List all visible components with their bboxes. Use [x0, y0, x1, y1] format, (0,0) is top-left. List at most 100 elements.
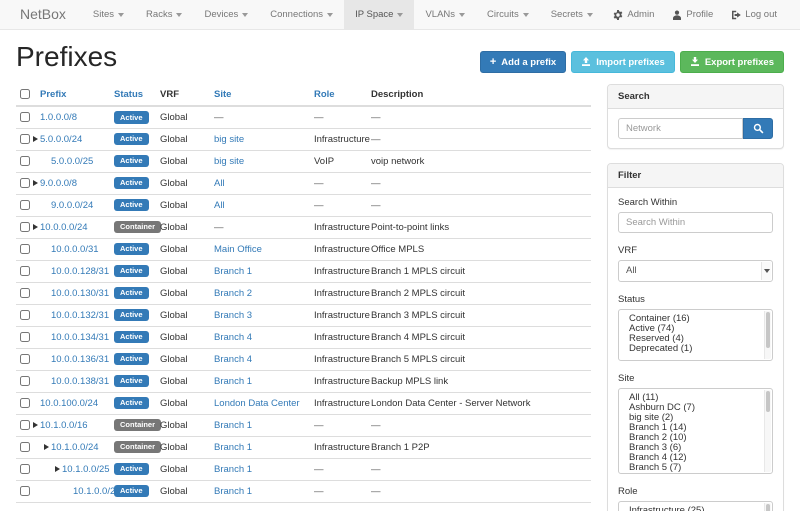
status-badge[interactable]: Active	[114, 287, 149, 300]
status-badge[interactable]: Active	[114, 243, 149, 256]
site-link[interactable]: Branch 1	[214, 420, 252, 431]
listbox-option[interactable]: Container (16)	[619, 314, 762, 324]
prefix-link[interactable]: 10.0.0.130/31	[51, 288, 109, 299]
row-checkbox[interactable]	[20, 178, 30, 188]
nav-item-racks[interactable]: Racks	[135, 0, 193, 29]
site-list-scrollbar[interactable]	[764, 390, 771, 472]
prefix-link[interactable]: 10.0.0.136/31	[51, 354, 109, 365]
listbox-option[interactable]: Ashburn DC (7)	[619, 403, 762, 413]
row-checkbox[interactable]	[20, 244, 30, 254]
status-badge[interactable]: Container	[114, 441, 161, 454]
column-header-site[interactable]: Site	[210, 84, 310, 106]
add-prefix-button[interactable]: + Add a prefix	[480, 51, 566, 73]
site-link[interactable]: Branch 1	[214, 266, 252, 277]
site-link[interactable]: All	[214, 178, 225, 189]
site-link[interactable]: Branch 1	[214, 486, 252, 497]
listbox-option[interactable]: Infrastructure (25)	[619, 506, 762, 511]
row-checkbox[interactable]	[20, 464, 30, 474]
prefix-link[interactable]: 10.1.0.0/16	[40, 420, 88, 431]
status-badge[interactable]: Container	[114, 221, 161, 234]
status-badge[interactable]: Active	[114, 265, 149, 278]
listbox-option[interactable]: Reserved (4)	[619, 334, 762, 344]
status-badge[interactable]: Active	[114, 397, 149, 410]
nav-item-vlans[interactable]: VLANs	[414, 0, 476, 29]
search-input[interactable]	[618, 118, 743, 139]
prefix-link[interactable]: 9.0.0.0/24	[51, 200, 93, 211]
search-button[interactable]	[743, 118, 773, 139]
nav-item-profile[interactable]: Profile	[663, 0, 722, 29]
site-link[interactable]: Main Office	[214, 244, 262, 255]
prefix-link[interactable]: 10.1.0.0/25	[62, 464, 110, 475]
status-badge[interactable]: Active	[114, 375, 149, 388]
listbox-option[interactable]: Branch 5 (7)	[619, 463, 762, 473]
status-badge[interactable]: Active	[114, 309, 149, 322]
listbox-option[interactable]: big site (2)	[619, 413, 762, 423]
status-badge[interactable]: Active	[114, 111, 149, 124]
prefix-link[interactable]: 10.0.0.128/31	[51, 266, 109, 277]
status-list-scrollbar[interactable]	[764, 311, 771, 359]
site-link[interactable]: big site	[214, 156, 244, 167]
status-badge[interactable]: Active	[114, 177, 149, 190]
status-badge[interactable]: Container	[114, 419, 161, 432]
column-header-prefix[interactable]: Prefix	[36, 84, 110, 106]
prefix-link[interactable]: 10.0.0.138/31	[51, 376, 109, 387]
role-list-scrollbar[interactable]	[764, 503, 771, 511]
prefix-link[interactable]: 1.0.0.0/8	[40, 112, 77, 123]
status-badge[interactable]: Active	[114, 485, 149, 498]
prefix-link[interactable]: 9.0.0.0/8	[40, 178, 77, 189]
row-checkbox[interactable]	[20, 222, 30, 232]
site-link[interactable]: Branch 1	[214, 376, 252, 387]
column-header-role[interactable]: Role	[310, 84, 367, 106]
prefix-link[interactable]: 10.0.0.0/31	[51, 244, 99, 255]
row-checkbox[interactable]	[20, 486, 30, 496]
site-link[interactable]: Branch 3	[214, 310, 252, 321]
row-checkbox[interactable]	[20, 420, 30, 430]
status-badge[interactable]: Active	[114, 199, 149, 212]
listbox-option[interactable]: Branch 3 (6)	[619, 443, 762, 453]
row-checkbox[interactable]	[20, 156, 30, 166]
prefix-link[interactable]: 5.0.0.0/24	[40, 134, 82, 145]
nav-item-admin[interactable]: Admin	[604, 0, 663, 29]
prefix-link[interactable]: 10.0.100.0/24	[40, 398, 98, 409]
row-checkbox[interactable]	[20, 266, 30, 276]
search-within-input[interactable]	[618, 212, 773, 233]
site-link[interactable]: Branch 1	[214, 442, 252, 453]
nav-item-circuits[interactable]: Circuits	[476, 0, 540, 29]
select-all-checkbox[interactable]	[20, 89, 30, 99]
nav-item-secrets[interactable]: Secrets	[540, 0, 604, 29]
status-badge[interactable]: Active	[114, 353, 149, 366]
prefix-link[interactable]: 10.0.0.0/24	[40, 222, 88, 233]
prefix-link[interactable]: 10.0.0.134/31	[51, 332, 109, 343]
vrf-select[interactable]: All	[618, 260, 773, 282]
site-link[interactable]: London Data Center	[214, 398, 300, 409]
prefix-link[interactable]: 10.1.0.0/24	[51, 442, 99, 453]
row-checkbox[interactable]	[20, 310, 30, 320]
status-badge[interactable]: Active	[114, 331, 149, 344]
site-link[interactable]: big site	[214, 134, 244, 145]
row-checkbox[interactable]	[20, 354, 30, 364]
listbox-option[interactable]: Branch 4 (12)	[619, 453, 762, 463]
row-checkbox[interactable]	[20, 442, 30, 452]
import-prefixes-button[interactable]: Import prefixes	[571, 51, 675, 73]
listbox-option[interactable]: Branch 1 (14)	[619, 423, 762, 433]
export-prefixes-button[interactable]: Export prefixes	[680, 51, 784, 73]
row-checkbox[interactable]	[20, 134, 30, 144]
row-checkbox[interactable]	[20, 398, 30, 408]
nav-item-connections[interactable]: Connections	[259, 0, 344, 29]
site-link[interactable]: All	[214, 200, 225, 211]
listbox-option[interactable]: Active (74)	[619, 324, 762, 334]
nav-item-ip-space[interactable]: IP Space	[344, 0, 414, 29]
row-checkbox[interactable]	[20, 112, 30, 122]
row-checkbox[interactable]	[20, 200, 30, 210]
listbox-option[interactable]: All (11)	[619, 393, 762, 403]
listbox-option[interactable]: Deprecated (1)	[619, 344, 762, 354]
site-link[interactable]: Branch 1	[214, 464, 252, 475]
site-link[interactable]: Branch 4	[214, 354, 252, 365]
listbox-option[interactable]: COLO-1-2A (3)	[619, 473, 762, 474]
nav-item-devices[interactable]: Devices	[193, 0, 259, 29]
status-badge[interactable]: Active	[114, 155, 149, 168]
listbox-option[interactable]: Branch 2 (10)	[619, 433, 762, 443]
status-badge[interactable]: Active	[114, 133, 149, 146]
nav-item-logout[interactable]: Log out	[722, 0, 786, 29]
row-checkbox[interactable]	[20, 288, 30, 298]
